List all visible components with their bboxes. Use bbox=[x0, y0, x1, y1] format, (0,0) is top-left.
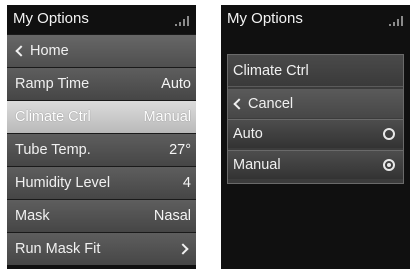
menu-item-ramp-time[interactable]: Ramp Time Auto bbox=[7, 67, 196, 100]
menu-item-label: Run Mask Fit bbox=[15, 241, 101, 257]
menu-item-value: Auto bbox=[161, 76, 191, 92]
menu-item-value: 4 bbox=[182, 175, 191, 191]
option-manual[interactable]: Manual bbox=[228, 150, 403, 179]
chevron-left-icon bbox=[233, 97, 245, 110]
cancel-label: Cancel bbox=[248, 95, 294, 112]
chevron-left-icon bbox=[15, 45, 27, 57]
menu-item-value: 27° bbox=[169, 142, 191, 158]
option-label: Auto bbox=[233, 126, 263, 142]
screen-header: My Options bbox=[7, 5, 196, 34]
radio-selected-icon[interactable] bbox=[383, 159, 395, 171]
chevron-right-icon bbox=[177, 243, 189, 255]
panel-title: Climate Ctrl bbox=[228, 55, 403, 87]
option-label: Manual bbox=[233, 157, 281, 173]
screen-title: My Options bbox=[227, 10, 303, 27]
option-auto[interactable]: Auto bbox=[228, 119, 403, 148]
options-menu-screen: My Options Home Ramp Time Auto Climate C… bbox=[7, 5, 196, 269]
climate-ctrl-screen: My Options Climate Ctrl Cancel Auto Manu… bbox=[221, 5, 410, 269]
menu-item-run-mask-fit[interactable]: Run Mask Fit bbox=[7, 232, 196, 265]
menu-item-climate-ctrl[interactable]: Climate Ctrl Manual bbox=[7, 100, 196, 133]
menu-item-label: Ramp Time bbox=[15, 76, 90, 92]
screen-header: My Options bbox=[221, 5, 410, 34]
menu-item-tube-temp[interactable]: Tube Temp. 27° bbox=[7, 133, 196, 166]
home-button[interactable]: Home bbox=[7, 34, 196, 67]
signal-bars-icon bbox=[175, 16, 189, 26]
menu-item-label: Tube Temp. bbox=[15, 142, 91, 158]
home-label: Home bbox=[30, 43, 69, 59]
cancel-button[interactable]: Cancel bbox=[228, 89, 403, 118]
radio-unselected-icon[interactable] bbox=[383, 128, 395, 140]
menu-item-humidity-level[interactable]: Humidity Level 4 bbox=[7, 166, 196, 199]
screen-title: My Options bbox=[13, 10, 89, 27]
menu-item-mask[interactable]: Mask Nasal bbox=[7, 199, 196, 232]
climate-ctrl-panel: Climate Ctrl Cancel Auto Manual bbox=[227, 54, 404, 184]
menu-item-label: Mask bbox=[15, 208, 50, 224]
menu-item-label: Humidity Level bbox=[15, 175, 111, 191]
signal-bars-icon bbox=[389, 16, 403, 26]
menu-item-label: Climate Ctrl bbox=[15, 109, 91, 125]
menu-item-value: Nasal bbox=[153, 208, 191, 224]
menu-item-value: Manual bbox=[143, 109, 191, 125]
